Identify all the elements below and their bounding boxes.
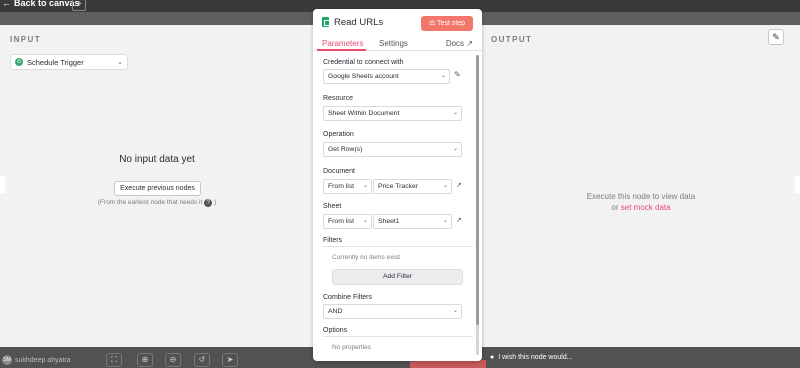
chevron-down-icon: ⌄ xyxy=(442,218,448,224)
output-panel-label: OUTPUT xyxy=(491,35,533,44)
sheet-select[interactable]: Sheet1 ⌄ xyxy=(373,214,452,229)
input-panel-label: INPUT xyxy=(10,35,41,44)
credential-label: Credential to connect with xyxy=(323,59,404,66)
external-link-icon[interactable]: ↗ xyxy=(456,181,462,189)
undo-icon[interactable]: ↺ xyxy=(194,353,210,367)
node-settings-panel: Read URLs ⚖ Test step Parameters Setting… xyxy=(313,9,482,361)
docs-label: Docs xyxy=(445,39,465,48)
hint-text: (From the earliest node that needs it xyxy=(97,199,203,206)
right-panel-handle[interactable] xyxy=(795,176,800,193)
edit-output-button[interactable]: ✎ xyxy=(768,29,784,45)
back-to-canvas-button[interactable]: ← Back to canvas xyxy=(2,0,80,8)
resource-label: Resource xyxy=(323,95,353,102)
external-link-icon: ↗ xyxy=(466,39,473,48)
schedule-trigger-icon: ⏱ xyxy=(15,58,23,66)
operation-select[interactable]: Get Row(s) ⌄ xyxy=(323,142,462,157)
lightbulb-icon: ● xyxy=(490,354,495,361)
left-panel-handle[interactable] xyxy=(0,176,5,193)
resource-value: Sheet Within Document xyxy=(328,110,400,117)
docs-link[interactable]: Docs ↗ xyxy=(446,39,473,48)
operation-label: Operation xyxy=(323,131,354,138)
scrollbar-thumb[interactable] xyxy=(476,55,479,325)
back-label: Back to canvas xyxy=(14,0,80,8)
credential-select[interactable]: Google Sheets account ⌄ xyxy=(323,69,450,84)
external-link-icon[interactable]: ↗ xyxy=(456,216,462,224)
active-tab-indicator xyxy=(317,49,366,51)
execute-workflow-button[interactable] xyxy=(410,360,486,368)
chevron-down-icon: ⌄ xyxy=(362,218,368,224)
combine-filters-select[interactable]: AND ⌄ xyxy=(323,304,462,319)
chevron-down-icon: ⌄ xyxy=(452,146,458,152)
help-icon[interactable]: ? xyxy=(204,199,213,207)
node-tabs: Parameters Settings Docs ↗ xyxy=(313,35,482,51)
credential-value: Google Sheets account xyxy=(328,73,399,80)
options-label: Options xyxy=(323,327,348,334)
output-message: Execute this node to view data or set mo… xyxy=(482,191,800,213)
chevron-down-icon: ⌄ xyxy=(362,183,368,189)
no-input-title: No input data yet xyxy=(119,154,195,165)
sheet-value: Sheet1 xyxy=(378,218,400,225)
avatar: SM xyxy=(2,355,12,365)
google-sheets-icon xyxy=(322,17,330,27)
test-step-label: Test step xyxy=(437,20,466,27)
document-mode-value: From list xyxy=(328,183,355,190)
set-mock-data-link[interactable]: set mock data xyxy=(621,203,671,212)
feedback-link[interactable]: ● I wish this node would... xyxy=(490,354,573,361)
document-label: Document xyxy=(323,168,355,175)
trigger-select-label: Schedule Trigger xyxy=(27,57,84,67)
user-name: sukhdeep ahyatra xyxy=(15,356,71,364)
sheet-mode-value: From list xyxy=(328,218,355,225)
options-divider xyxy=(323,336,473,337)
wish-text: I wish this node would... xyxy=(498,354,573,361)
plus-icon[interactable]: + xyxy=(72,0,86,11)
pencil-icon[interactable]: ✎ xyxy=(454,70,461,79)
combine-filters-value: AND xyxy=(328,308,343,315)
chevron-down-icon: ⌄ xyxy=(452,308,458,314)
or-text: or xyxy=(611,203,619,212)
resource-select[interactable]: Sheet Within Document ⌄ xyxy=(323,106,462,121)
execute-node-text: Execute this node to view data xyxy=(586,192,696,201)
user-info[interactable]: SM sukhdeep ahyatra xyxy=(2,355,71,365)
mock-line: or set mock data xyxy=(482,202,800,213)
chevron-down-icon: ⌄ xyxy=(452,110,458,116)
combine-filters-label: Combine Filters xyxy=(323,294,373,301)
chevron-down-icon: ⌄ xyxy=(117,59,123,66)
flask-icon: ⚖ xyxy=(428,20,436,27)
test-step-button[interactable]: ⚖ Test step xyxy=(421,16,473,31)
options-empty-text: No properties xyxy=(332,344,372,351)
chevron-down-icon: ⌄ xyxy=(440,73,446,79)
output-panel: OUTPUT ✎ Execute this node to view data … xyxy=(482,25,800,347)
filters-label: Filters xyxy=(323,237,343,244)
panel-scrollbar[interactable] xyxy=(476,55,479,355)
document-mode-select[interactable]: From list ⌄ xyxy=(323,179,372,194)
sheet-mode-select[interactable]: From list ⌄ xyxy=(323,214,372,229)
input-hint: (From the earliest node that needs it ? … xyxy=(0,199,314,207)
filters-divider xyxy=(323,246,473,247)
document-select[interactable]: Price Tracker ⌄ xyxy=(373,179,452,194)
pointer-icon[interactable]: ➤ xyxy=(222,353,238,367)
filters-empty-text: Currently no items exist xyxy=(332,254,400,261)
trigger-select[interactable]: ⏱ Schedule Trigger ⌄ xyxy=(10,54,128,70)
operation-value: Get Row(s) xyxy=(328,146,363,153)
document-value: Price Tracker xyxy=(378,183,419,190)
tab-settings[interactable]: Settings xyxy=(379,39,408,48)
fit-view-icon[interactable]: ⛶ xyxy=(106,353,122,367)
sheet-label: Sheet xyxy=(323,203,342,210)
pencil-icon: ✎ xyxy=(772,32,780,42)
zoom-out-icon[interactable]: ⊖ xyxy=(165,353,181,367)
execute-previous-nodes-button[interactable]: Execute previous nodes xyxy=(114,181,201,196)
arrow-left-icon: ← xyxy=(2,0,11,8)
node-title[interactable]: Read URLs xyxy=(334,17,383,28)
zoom-in-icon[interactable]: ⊕ xyxy=(137,353,153,367)
add-filter-button[interactable]: Add Filter xyxy=(332,269,463,285)
chevron-down-icon: ⌄ xyxy=(442,183,448,189)
input-panel: INPUT ⏱ Schedule Trigger ⌄ No input data… xyxy=(0,25,314,347)
hint-close: ) xyxy=(213,199,217,206)
tab-parameters[interactable]: Parameters xyxy=(322,39,363,48)
